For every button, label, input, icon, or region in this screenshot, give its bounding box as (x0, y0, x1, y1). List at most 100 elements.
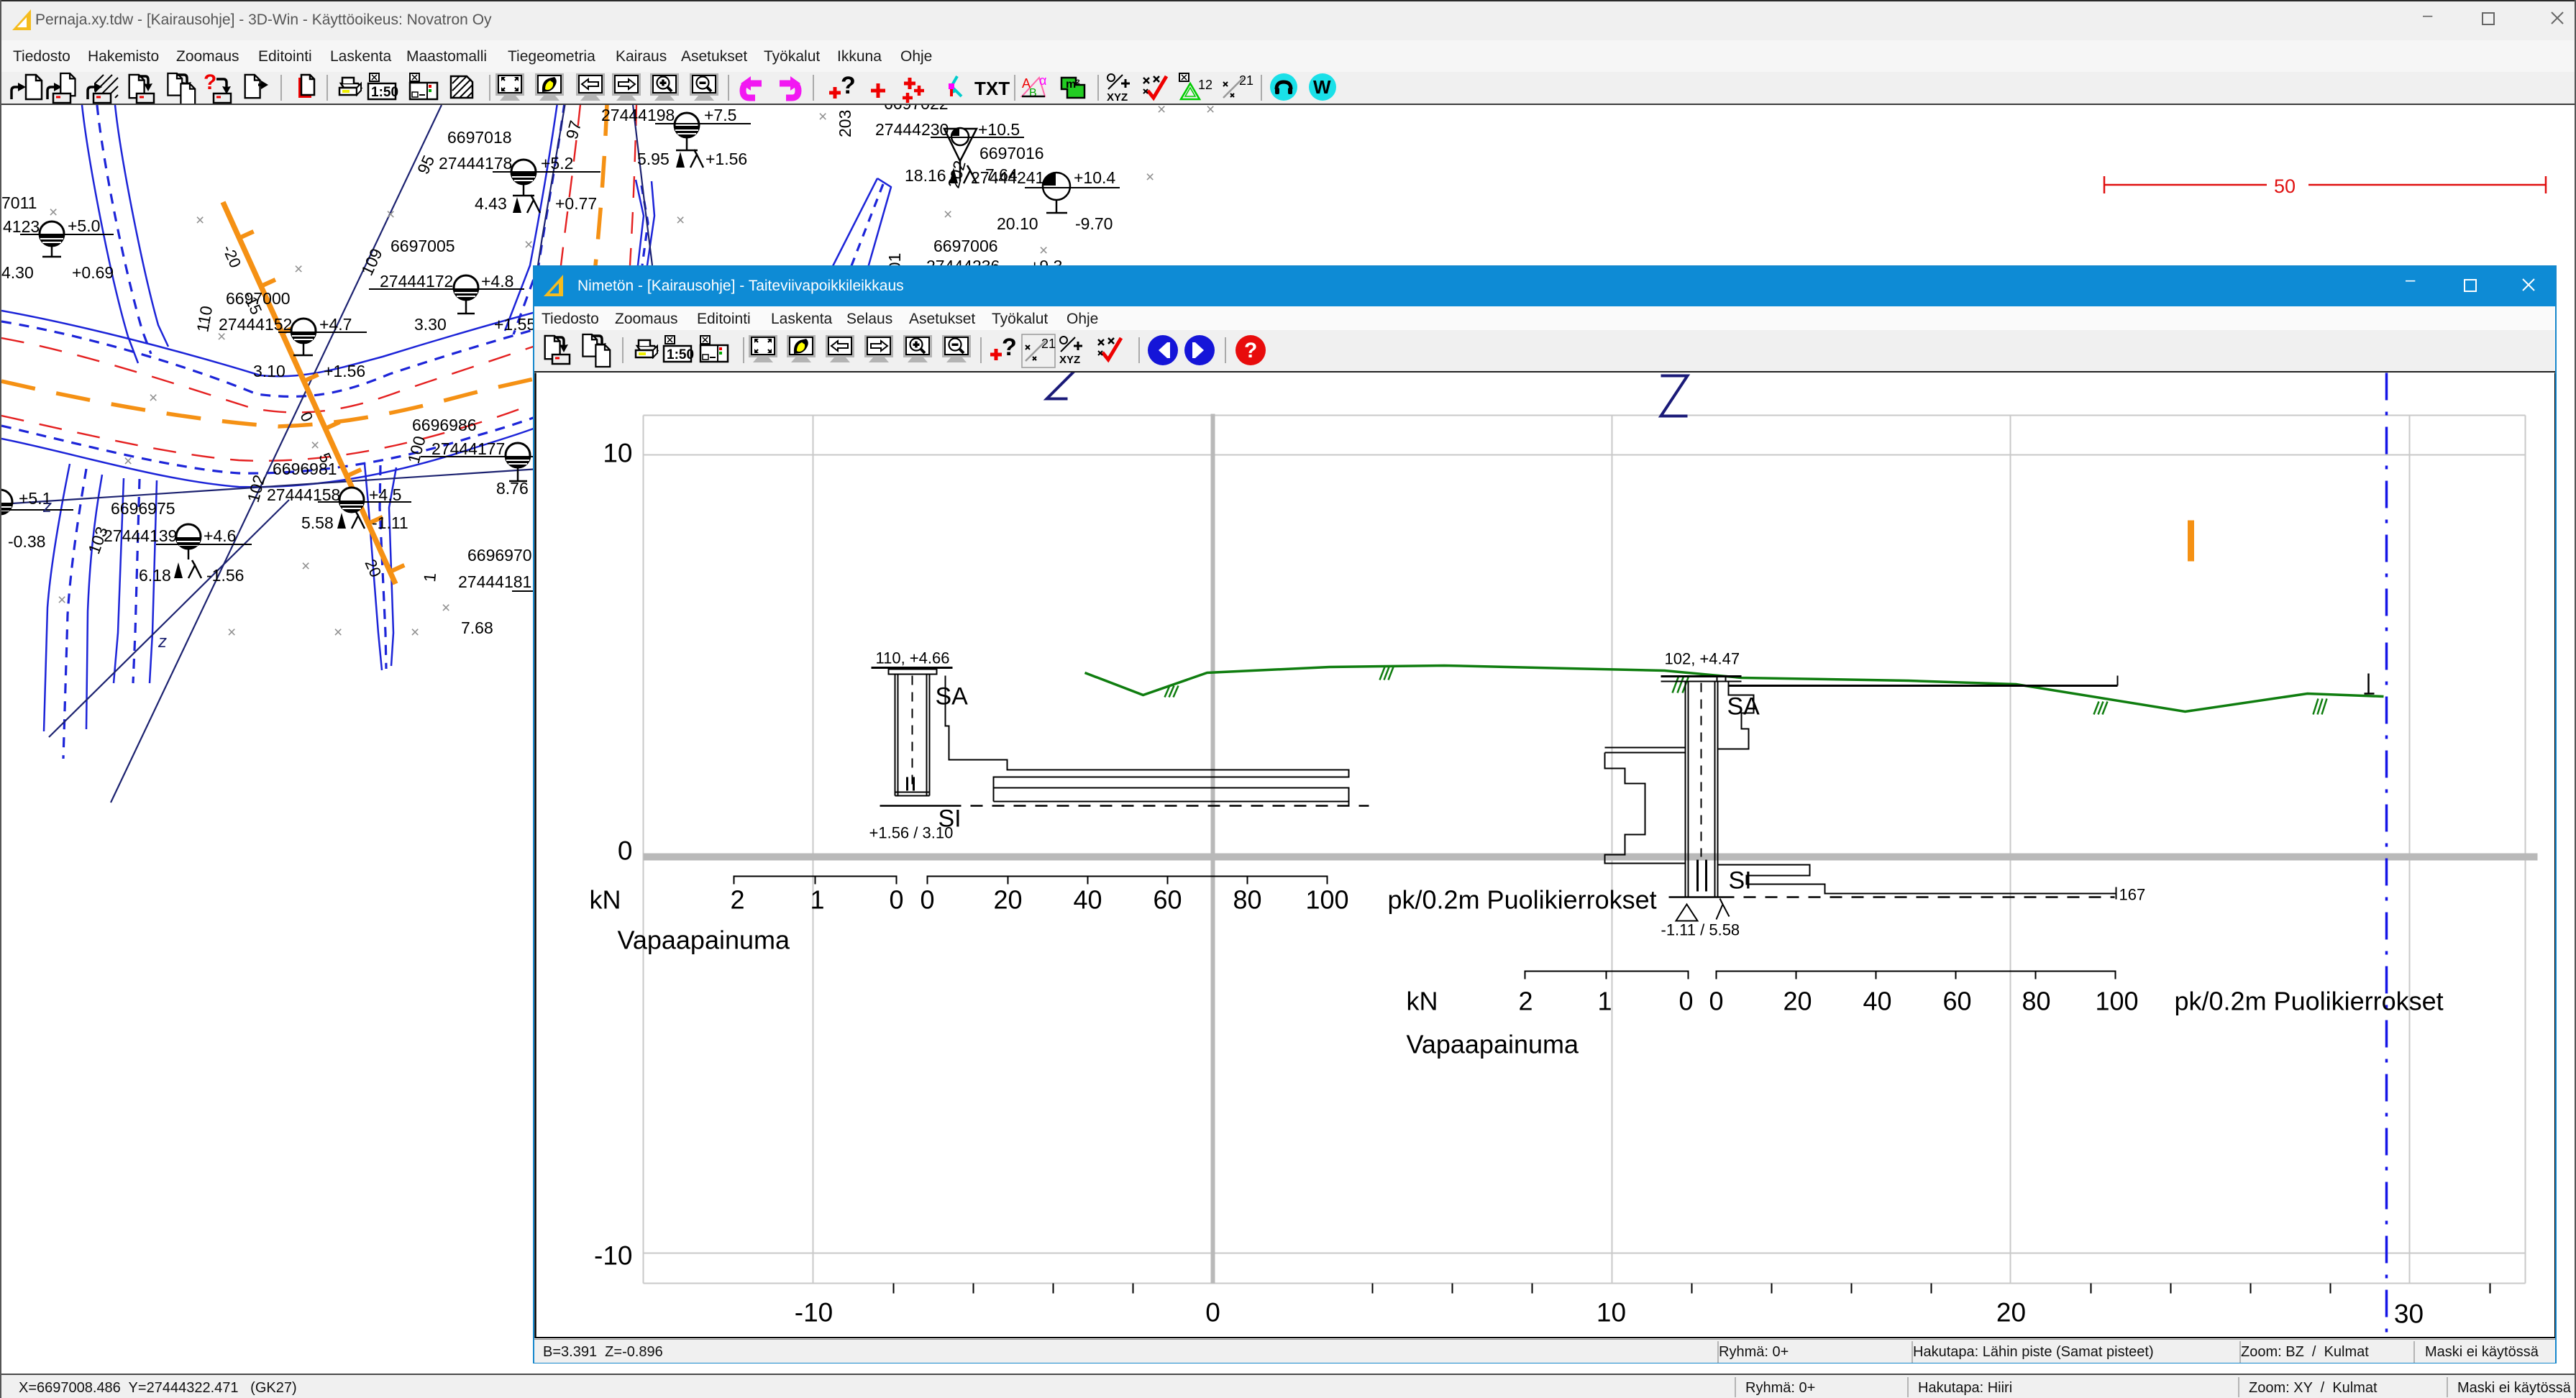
svg-text:×: × (1157, 105, 1166, 118)
svg-text:7011: 7011 (1, 193, 37, 212)
svg-text:1: 1 (420, 572, 439, 582)
svg-text:×: × (386, 206, 395, 223)
svg-text:×: × (124, 453, 132, 470)
svg-text:0: 0 (618, 836, 633, 866)
svg-text:6697006: 6697006 (933, 237, 998, 255)
svg-text:20: 20 (1783, 987, 1812, 1016)
svg-text:8.76: 8.76 (496, 479, 529, 498)
svg-text:×: × (58, 592, 66, 608)
svg-text:+1.55: +1.55 (494, 315, 536, 334)
svg-text:pk/0.2m Puolikierrokset: pk/0.2m Puolikierrokset (1388, 885, 1657, 915)
svg-text:×: × (944, 206, 952, 223)
svg-text:5.95: 5.95 (637, 150, 670, 168)
svg-text:×: × (676, 212, 685, 229)
svg-text:SA: SA (1727, 693, 1760, 721)
svg-text:203: 203 (836, 110, 854, 137)
svg-text:×: × (1206, 105, 1215, 118)
svg-text:102, +4.47: 102, +4.47 (1665, 650, 1740, 668)
svg-text:27444172: 27444172 (380, 272, 453, 291)
svg-text:27444230: 27444230 (875, 120, 949, 139)
svg-text:Vapaapainuma: Vapaapainuma (618, 926, 790, 955)
svg-text:4123: 4123 (3, 217, 40, 236)
svg-text:+10.4: +10.4 (1074, 168, 1115, 187)
svg-text:97: 97 (562, 119, 585, 141)
svg-text:+1.56: +1.56 (324, 362, 365, 380)
svg-text:-1.11 / 5.58: -1.11 / 5.58 (1661, 921, 1740, 939)
svg-text:SA: SA (936, 683, 969, 711)
svg-text:0: 0 (889, 885, 903, 915)
svg-text:-1.11: -1.11 (372, 513, 408, 532)
svg-text:10: 10 (603, 439, 632, 468)
svg-text:6696975: 6696975 (111, 499, 175, 518)
svg-text:7.68: 7.68 (461, 618, 493, 637)
svg-text:80: 80 (2022, 987, 2050, 1016)
svg-text:110: 110 (193, 304, 216, 334)
svg-text:27444158: 27444158 (267, 485, 340, 504)
svg-text:-10: -10 (795, 1298, 833, 1328)
svg-text:+4.7: +4.7 (319, 315, 352, 334)
svg-text:6.18: 6.18 (139, 566, 171, 585)
svg-text:20.10: 20.10 (997, 214, 1038, 233)
svg-text:+5.0: +5.0 (68, 216, 100, 235)
svg-text:4.43: 4.43 (475, 194, 507, 213)
svg-text:+4.8: +4.8 (481, 272, 513, 291)
svg-text:0: 0 (296, 409, 316, 424)
svg-text:40: 40 (1073, 885, 1102, 915)
svg-text:167: 167 (2119, 886, 2146, 904)
svg-text:×: × (301, 558, 310, 575)
svg-text:50: 50 (2274, 175, 2296, 197)
svg-text:20: 20 (1996, 1298, 2026, 1328)
svg-text:+0.69: +0.69 (72, 263, 114, 282)
svg-text:1: 1 (810, 885, 824, 915)
svg-text:0: 0 (1709, 987, 1723, 1016)
svg-text:27444177: 27444177 (431, 439, 505, 458)
svg-text:6697016: 6697016 (979, 144, 1044, 163)
svg-text:100: 100 (2095, 987, 2138, 1016)
svg-text:2: 2 (730, 885, 744, 915)
svg-text:+0.77: +0.77 (555, 194, 597, 213)
svg-text:18.16: 18.16 (905, 166, 946, 185)
svg-text:×: × (196, 212, 204, 229)
svg-text:×: × (818, 109, 827, 125)
svg-text:40: 40 (1863, 987, 1891, 1016)
svg-text:100: 100 (1305, 885, 1348, 915)
svg-text:6697005: 6697005 (390, 237, 455, 255)
svg-text:kN: kN (1407, 987, 1438, 1016)
svg-text:80: 80 (1233, 885, 1261, 915)
svg-text:SI: SI (1729, 867, 1752, 895)
svg-text:-9.70: -9.70 (1075, 214, 1113, 233)
svg-text:27444152: 27444152 (219, 315, 292, 334)
svg-text:30: 30 (2394, 1299, 2424, 1329)
svg-text:6696970: 6696970 (467, 546, 532, 565)
svg-text:4.30: 4.30 (1, 263, 34, 282)
svg-text:pk/0.2m Puolikierrokset: pk/0.2m Puolikierrokset (2175, 987, 2444, 1016)
svg-text:z: z (42, 497, 52, 516)
svg-text:kN: kN (590, 885, 621, 915)
svg-text:×: × (227, 624, 236, 641)
svg-text:110, +4.66: 110, +4.66 (876, 649, 950, 667)
svg-text:-10: -10 (594, 1241, 632, 1271)
svg-text:+4.6: +4.6 (204, 526, 236, 545)
svg-text:27444198: 27444198 (601, 106, 675, 124)
svg-text:6696981: 6696981 (273, 460, 337, 478)
svg-text:27444181: 27444181 (458, 572, 531, 591)
svg-text:2: 2 (1518, 987, 1533, 1016)
svg-text:27444139: 27444139 (104, 526, 177, 545)
svg-text:×: × (411, 624, 419, 641)
svg-text:+5.2: +5.2 (541, 154, 573, 173)
svg-text:z: z (157, 632, 167, 652)
svg-text:3.10: 3.10 (253, 362, 286, 380)
svg-text:6697018: 6697018 (447, 128, 512, 147)
svg-text:0: 0 (1205, 1298, 1220, 1328)
svg-text:10: 10 (1597, 1298, 1626, 1328)
svg-text:27444241: 27444241 (971, 168, 1044, 187)
svg-text:+4.5: +4.5 (369, 485, 401, 504)
svg-text:×: × (149, 390, 157, 406)
svg-text:×: × (311, 437, 319, 454)
svg-text:60: 60 (1153, 885, 1182, 915)
svg-text:20: 20 (993, 885, 1022, 915)
svg-text:×: × (294, 261, 303, 278)
svg-text:×: × (1039, 242, 1048, 259)
svg-text:×: × (442, 600, 450, 616)
svg-text:5.58: 5.58 (301, 513, 334, 532)
